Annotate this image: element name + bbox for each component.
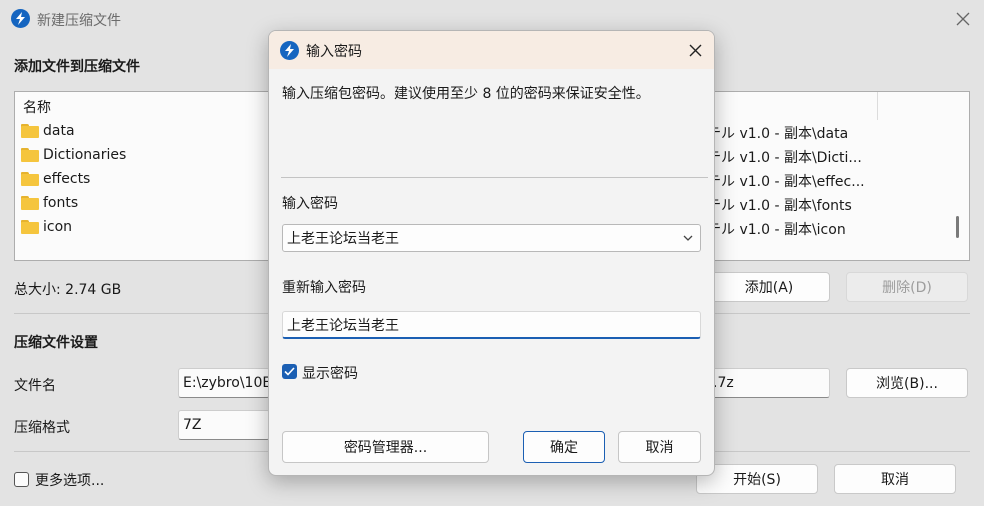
column-separator	[877, 92, 878, 120]
confirm-password-label: 重新输入密码	[282, 280, 366, 296]
password-value: 上老王论坛当老王	[287, 231, 399, 247]
ok-button[interactable]: 确定	[523, 431, 605, 463]
folder-icon	[21, 148, 39, 162]
more-options-checkbox[interactable]	[14, 472, 29, 487]
format-label: 压缩格式	[14, 420, 70, 436]
list-item[interactable]: Dictionaries	[21, 147, 126, 163]
dialog-cancel-button[interactable]: 取消	[618, 431, 701, 463]
close-icon	[689, 44, 701, 56]
password-manager-button[interactable]: 密码管理器...	[282, 431, 489, 463]
settings-section-title: 压缩文件设置	[14, 335, 98, 351]
password-label: 输入密码	[282, 196, 338, 212]
file-name: data	[43, 123, 75, 139]
file-path: テル v1.0 - 副本\Dicti...	[707, 150, 862, 166]
close-icon	[956, 12, 970, 26]
total-size-label: 总大小: 2.74 GB	[14, 282, 122, 298]
chevron-down-icon[interactable]	[682, 232, 694, 244]
list-item[interactable]: effects	[21, 171, 90, 187]
filename-input[interactable]: E:\zybro\10E	[178, 368, 270, 398]
file-name: icon	[43, 219, 73, 235]
file-path: テル v1.0 - 副本\data	[707, 126, 849, 142]
password-dialog: 输入密码 输入压缩包密码。建议使用至少 8 位的密码来保证安全性。 输入密码 上…	[268, 30, 715, 476]
file-path: テル v1.0 - 副本\effec...	[707, 174, 865, 190]
folder-icon	[21, 220, 39, 234]
add-section-title: 添加文件到压缩文件	[14, 59, 140, 75]
filename-input-suffix[interactable]: .7z	[708, 368, 830, 398]
file-path: テル v1.0 - 副本\fonts	[707, 198, 852, 214]
app-bolt-icon	[11, 9, 30, 28]
delete-button[interactable]: 删除(D)	[846, 272, 968, 302]
dialog-description: 输入压缩包密码。建议使用至少 8 位的密码来保证安全性。	[282, 86, 650, 102]
folder-icon	[21, 196, 39, 210]
dialog-divider	[281, 177, 708, 178]
more-options-label: 更多选项...	[35, 473, 105, 489]
window-close-button[interactable]	[946, 2, 980, 36]
file-name: fonts	[43, 195, 79, 211]
password-combobox[interactable]: 上老王论坛当老王	[282, 224, 701, 252]
column-header-name[interactable]: 名称	[23, 97, 51, 117]
show-password-label: 显示密码	[302, 366, 358, 382]
list-item[interactable]: fonts	[21, 195, 78, 211]
dialog-titlebar: 输入密码	[269, 31, 714, 69]
folder-icon	[21, 172, 39, 186]
browse-button[interactable]: 浏览(B)...	[846, 368, 968, 398]
list-item[interactable]: data	[21, 123, 75, 139]
file-name: effects	[43, 171, 91, 187]
file-path: テル v1.0 - 副本\icon	[707, 222, 846, 238]
list-item[interactable]: icon	[21, 219, 72, 235]
add-button[interactable]: 添加(A)	[708, 272, 830, 302]
checkmark-icon	[284, 367, 295, 376]
scrollbar-thumb[interactable]	[956, 216, 959, 238]
dialog-title: 输入密码	[306, 44, 362, 60]
file-name: Dictionaries	[43, 147, 127, 163]
main-cancel-button[interactable]: 取消	[834, 464, 956, 494]
folder-icon	[21, 124, 39, 138]
app-bolt-icon	[280, 41, 299, 60]
show-password-checkbox[interactable]	[282, 364, 297, 379]
window-title: 新建压缩文件	[37, 13, 121, 29]
dialog-close-button[interactable]	[680, 35, 710, 65]
confirm-password-input[interactable]: 上老王论坛当老王	[282, 311, 701, 339]
filename-label: 文件名	[14, 378, 56, 394]
format-select[interactable]: 7Z	[178, 410, 270, 440]
